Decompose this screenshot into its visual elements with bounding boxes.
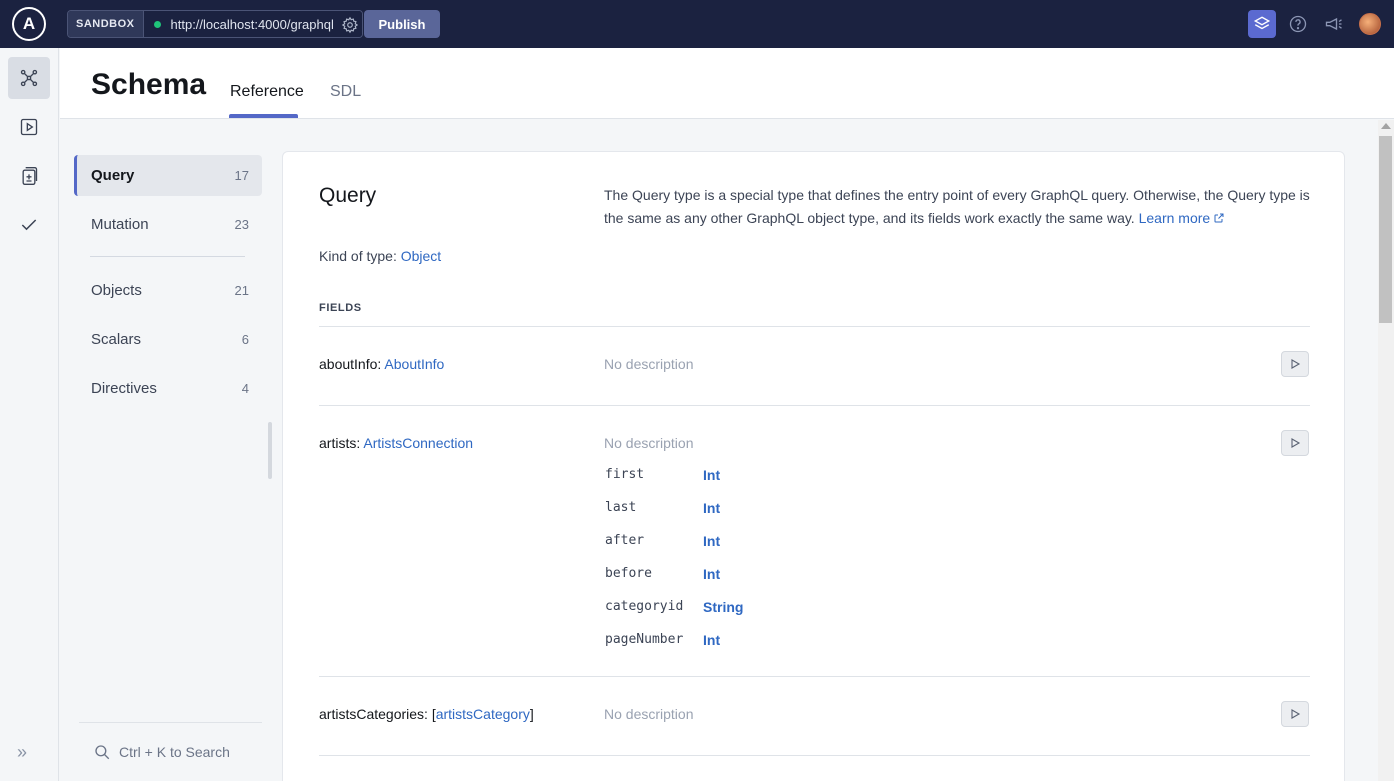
user-avatar[interactable] [1356, 10, 1384, 38]
help-icon[interactable] [1284, 10, 1312, 38]
nav-item-count: 6 [241, 332, 249, 347]
argument-type-link[interactable]: Int [703, 632, 720, 648]
active-tab-indicator [229, 114, 298, 118]
changelog-icon[interactable] [8, 155, 50, 197]
nav-item-query[interactable]: Query 17 [74, 155, 262, 196]
schema-icon[interactable] [8, 57, 50, 99]
divider [319, 755, 1310, 756]
type-reference-card: Query The Query type is a special type t… [282, 151, 1345, 781]
argument-name: pageNumber [605, 632, 684, 647]
search-icon [95, 745, 110, 760]
gear-icon[interactable] [341, 16, 359, 34]
tab-reference[interactable]: Reference [230, 83, 304, 101]
field-description: No description [604, 435, 694, 451]
endpoint-selector[interactable]: SANDBOX http://localhost:4000/graphql [67, 10, 363, 38]
run-field-button[interactable] [1281, 351, 1309, 377]
field-name: aboutInfo: [319, 356, 382, 372]
main-scrollbar-thumb[interactable] [1379, 136, 1392, 323]
nav-item-count: 17 [234, 168, 249, 183]
scroll-up-arrow-icon[interactable] [1381, 123, 1391, 129]
megaphone-icon[interactable] [1320, 10, 1348, 38]
run-field-button[interactable] [1281, 701, 1309, 727]
page-header: Schema Reference SDL [60, 48, 1394, 119]
kind-of-type: Kind of type: Object [319, 248, 441, 264]
type-name: Query [319, 184, 377, 207]
apollo-logo[interactable]: A [12, 7, 46, 41]
kind-label: Kind of type: [319, 248, 397, 264]
endpoint-url-field[interactable]: http://localhost:4000/graphql [143, 11, 362, 37]
field-row-name: aboutInfo: AboutInfo [319, 356, 444, 372]
nav-item-directives[interactable]: Directives 4 [74, 368, 262, 409]
learn-more-link[interactable]: Learn more [1139, 210, 1226, 226]
search-shortcut[interactable]: Ctrl + K to Search [79, 722, 262, 781]
nav-item-count: 21 [234, 283, 249, 298]
field-type-name: artistsCategory [435, 706, 530, 722]
nav-item-label: Directives [91, 380, 157, 397]
run-field-button[interactable] [1281, 430, 1309, 456]
argument-type-link[interactable]: Int [703, 467, 720, 483]
field-row-name: artists: ArtistsConnection [319, 435, 473, 451]
argument-name: first [605, 467, 645, 482]
field-name: artists: [319, 435, 361, 451]
nav-item-count: 4 [241, 381, 249, 396]
play-icon [1291, 359, 1301, 369]
explorer-play-icon[interactable] [8, 106, 50, 148]
nav-item-mutation[interactable]: Mutation 23 [74, 204, 262, 245]
checks-icon[interactable] [8, 204, 50, 246]
field-description: No description [604, 706, 694, 722]
nav-item-count: 23 [234, 217, 249, 232]
nav-divider [90, 256, 245, 257]
play-icon [1291, 709, 1301, 719]
nav-item-scalars[interactable]: Scalars 6 [74, 319, 262, 360]
schema-reference-icon[interactable] [1248, 10, 1276, 38]
endpoint-url: http://localhost:4000/graphql [170, 16, 333, 32]
type-description: The Query type is a special type that de… [604, 184, 1314, 230]
field-type-link[interactable]: [artistsCategory] [432, 706, 534, 722]
list-bracket-close: ] [529, 706, 534, 722]
field-type-link[interactable]: AboutInfo [384, 356, 444, 372]
sandbox-label: SANDBOX [68, 11, 144, 37]
field-row-name: artistsCategories: [artistsCategory] [319, 706, 534, 722]
nav-scrollbar[interactable] [268, 422, 272, 479]
argument-type-link[interactable]: Int [703, 500, 720, 516]
argument-name: before [605, 566, 652, 581]
page-title: Schema [91, 68, 207, 101]
fields-header: FIELDS [319, 302, 362, 314]
nav-item-objects[interactable]: Objects 21 [74, 270, 262, 311]
nav-item-label: Objects [91, 282, 142, 299]
avatar [1359, 13, 1381, 35]
field-name: artistsCategories: [319, 706, 428, 722]
top-bar: A SANDBOX http://localhost:4000/graphql … [0, 0, 1394, 48]
external-link-icon [1214, 213, 1224, 223]
left-icon-rail: » [0, 48, 59, 781]
play-icon [1291, 438, 1301, 448]
divider [319, 405, 1310, 406]
argument-type-link[interactable]: String [703, 599, 743, 615]
top-right-icons [1248, 10, 1384, 38]
divider [319, 326, 1310, 327]
field-description: No description [604, 356, 694, 372]
argument-type-link[interactable]: Int [703, 533, 720, 549]
nav-item-label: Query [91, 167, 135, 184]
argument-type-link[interactable]: Int [703, 566, 720, 582]
argument-name: last [605, 500, 637, 515]
argument-name: categoryid [605, 599, 684, 614]
tab-sdl[interactable]: SDL [330, 83, 361, 101]
argument-name: after [605, 533, 645, 548]
nav-item-label: Mutation [91, 216, 149, 233]
search-hint-text: Ctrl + K to Search [119, 744, 230, 760]
publish-button[interactable]: Publish [364, 10, 440, 38]
divider [319, 676, 1310, 677]
expand-rail-icon[interactable]: » [17, 742, 27, 763]
nav-item-label: Scalars [91, 331, 142, 348]
field-type-link[interactable]: ArtistsConnection [363, 435, 473, 451]
kind-value-link[interactable]: Object [401, 248, 441, 264]
connection-status-icon [153, 20, 161, 28]
